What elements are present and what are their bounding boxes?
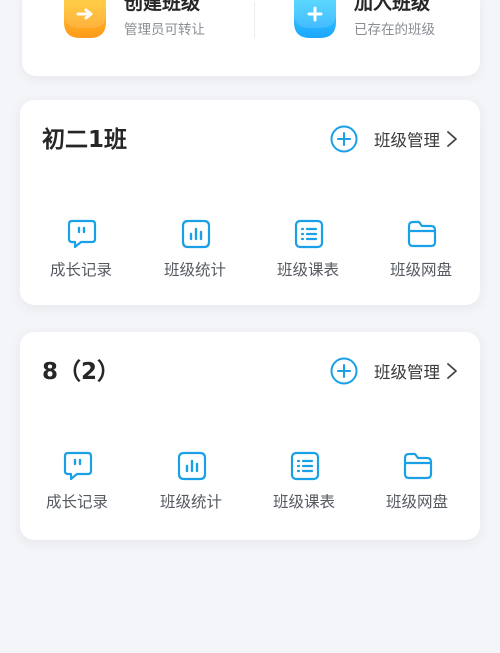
tool-label: 成长记录 bbox=[45, 493, 108, 511]
tool-label: 班级网盘 bbox=[385, 493, 448, 511]
class-card: 初二1班 班级管理 成长记录 班级统计 班级课表 班级网盘 bbox=[20, 100, 480, 305]
create-class-button[interactable]: 创建班级 管理员可转让 bbox=[60, 0, 270, 46]
tool-label: 班级课表 bbox=[272, 493, 335, 511]
tool-class-stats[interactable]: 班级统计 bbox=[140, 218, 250, 288]
class-tools: 成长记录 班级统计 班级课表 班级网盘 bbox=[20, 218, 480, 288]
bar-chart-icon bbox=[177, 451, 207, 481]
plus-circle-icon bbox=[330, 357, 358, 385]
join-class-subtitle: 已存在的班级 bbox=[354, 22, 435, 38]
tool-label: 成长记录 bbox=[49, 261, 112, 279]
chevron-right-icon bbox=[447, 131, 457, 147]
tool-label: 班级网盘 bbox=[389, 261, 452, 279]
create-class-icon bbox=[64, 0, 106, 38]
tool-label: 班级统计 bbox=[159, 493, 222, 511]
tool-class-schedule[interactable]: 班级课表 bbox=[253, 218, 363, 288]
class-name: 8（2） bbox=[42, 359, 121, 385]
tool-class-drive[interactable]: 班级网盘 bbox=[366, 218, 476, 288]
join-class-title: 加入班级 bbox=[354, 0, 431, 14]
create-class-title: 创建班级 bbox=[124, 0, 201, 14]
class-card: 8（2） 班级管理 成长记录 班级统计 班级课表 班级网盘 bbox=[20, 332, 480, 540]
list-schedule-icon bbox=[294, 219, 324, 249]
tool-label: 班级课表 bbox=[276, 261, 339, 279]
chat-bubble-icon bbox=[67, 219, 97, 249]
tool-growth-record[interactable]: 成长记录 bbox=[22, 450, 132, 520]
class-manage-label: 班级管理 bbox=[374, 363, 440, 382]
plus-circle-icon bbox=[330, 125, 358, 153]
chevron-right-icon bbox=[447, 363, 457, 379]
divider bbox=[254, 2, 255, 38]
join-class-icon bbox=[294, 0, 336, 38]
class-manage-button[interactable]: 班级管理 bbox=[330, 122, 458, 156]
class-name: 初二1班 bbox=[42, 127, 128, 153]
folder-icon bbox=[403, 452, 433, 480]
folder-icon bbox=[407, 220, 437, 248]
tool-class-drive[interactable]: 班级网盘 bbox=[362, 450, 472, 520]
chat-bubble-icon bbox=[63, 451, 93, 481]
join-class-button[interactable]: 加入班级 已存在的班级 bbox=[290, 0, 500, 46]
tool-label: 班级统计 bbox=[163, 261, 226, 279]
list-schedule-icon bbox=[290, 451, 320, 481]
tool-class-stats[interactable]: 班级统计 bbox=[136, 450, 246, 520]
create-class-subtitle: 管理员可转让 bbox=[124, 22, 205, 38]
bar-chart-icon bbox=[181, 219, 211, 249]
class-manage-label: 班级管理 bbox=[374, 131, 440, 150]
class-tools: 成长记录 班级统计 班级课表 班级网盘 bbox=[20, 450, 480, 520]
class-actions-card: 创建班级 管理员可转让 加入班级 已存在的班级 bbox=[22, 0, 480, 76]
tool-growth-record[interactable]: 成长记录 bbox=[26, 218, 136, 288]
class-manage-button[interactable]: 班级管理 bbox=[330, 354, 458, 388]
tool-class-schedule[interactable]: 班级课表 bbox=[249, 450, 359, 520]
